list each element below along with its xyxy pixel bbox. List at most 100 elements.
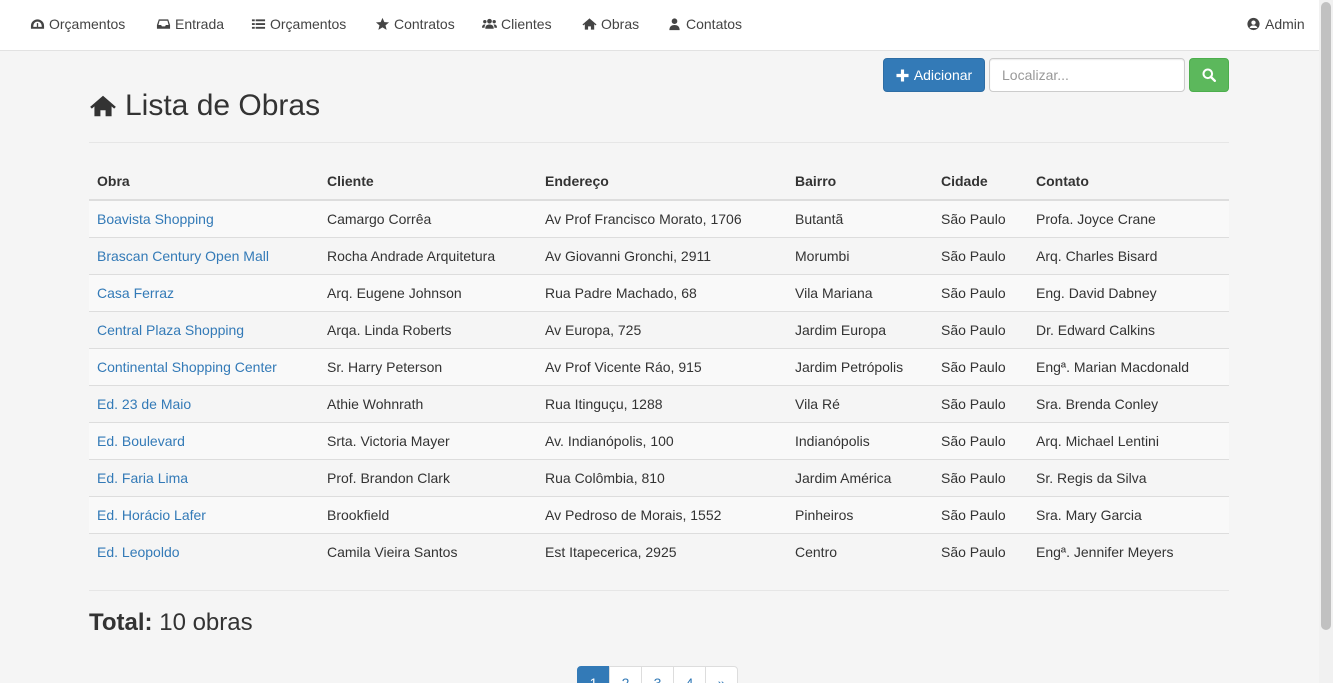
cell-endereco: Est Itapecerica, 2925 bbox=[537, 532, 787, 570]
obra-link[interactable]: Casa Ferraz bbox=[89, 273, 319, 311]
column-header-contato[interactable]: Contato bbox=[1028, 162, 1229, 201]
plus-icon bbox=[896, 68, 909, 82]
dashboard-icon bbox=[30, 19, 45, 29]
cell-cliente: Prof. Brandon Clark bbox=[319, 458, 537, 496]
top-navbar: Orçamentos Entrada Orçamentos Contratos … bbox=[0, 0, 1319, 51]
vertical-scrollbar[interactable] bbox=[1319, 0, 1333, 683]
cell-cidade: São Paulo bbox=[933, 199, 1028, 237]
obra-link[interactable]: Ed. Leopoldo bbox=[89, 532, 319, 570]
table-row: Boavista Shopping Camargo Corrêa Av Prof… bbox=[89, 199, 1229, 237]
cell-bairro: Vila Ré bbox=[787, 384, 933, 422]
cell-contato: Engª. Marian Macdonald bbox=[1028, 347, 1229, 385]
nav-item-label: Obras bbox=[601, 16, 640, 32]
home-icon bbox=[90, 95, 116, 117]
cell-cliente: Athie Wohnrath bbox=[319, 384, 537, 422]
obra-link[interactable]: Central Plaza Shopping bbox=[89, 310, 319, 348]
cell-cliente: Camila Vieira Santos bbox=[319, 532, 537, 570]
divider-bottom bbox=[89, 590, 1229, 591]
cell-cliente: Camargo Corrêa bbox=[319, 199, 537, 237]
table-row: Ed. 23 de Maio Athie Wohnrath Rua Itingu… bbox=[89, 384, 1229, 422]
cell-cidade: São Paulo bbox=[933, 347, 1028, 385]
cell-bairro: Centro bbox=[787, 532, 933, 570]
nav-item-orcamentos-list[interactable]: Orçamentos bbox=[251, 16, 346, 32]
cell-cidade: São Paulo bbox=[933, 421, 1028, 459]
cell-bairro: Morumbi bbox=[787, 236, 933, 274]
column-header-cidade[interactable]: Cidade bbox=[933, 162, 1028, 201]
table-row: Ed. Faria Lima Prof. Brandon Clark Rua C… bbox=[89, 458, 1229, 496]
cell-endereco: Av Europa, 725 bbox=[537, 310, 787, 348]
list-icon bbox=[251, 19, 266, 29]
cell-cidade: São Paulo bbox=[933, 384, 1028, 422]
page-title-text: Lista de Obras bbox=[125, 89, 321, 122]
obra-link[interactable]: Ed. Horácio Lafer bbox=[89, 495, 319, 533]
cell-cidade: São Paulo bbox=[933, 273, 1028, 311]
table-row: Ed. Leopoldo Camila Vieira Santos Est It… bbox=[89, 532, 1229, 570]
cell-cliente: Brookfield bbox=[319, 495, 537, 533]
cell-contato: Sra. Mary Garcia bbox=[1028, 495, 1229, 533]
page-link-4[interactable]: 4 bbox=[673, 666, 706, 683]
cell-contato: Eng. David Dabney bbox=[1028, 273, 1229, 311]
total-value: 10 obras bbox=[159, 609, 253, 636]
cell-cidade: São Paulo bbox=[933, 495, 1028, 533]
nav-item-orcamentos-dashboard[interactable]: Orçamentos bbox=[30, 16, 125, 32]
star-icon bbox=[375, 17, 390, 30]
column-header-bairro[interactable]: Bairro bbox=[787, 162, 933, 201]
nav-item-contratos[interactable]: Contratos bbox=[375, 16, 455, 32]
add-button[interactable]: Adicionar bbox=[883, 58, 985, 92]
cell-bairro: Pinheiros bbox=[787, 495, 933, 533]
cell-cliente: Arqa. Linda Roberts bbox=[319, 310, 537, 348]
obra-link[interactable]: Ed. 23 de Maio bbox=[89, 384, 319, 422]
column-header-cliente[interactable]: Cliente bbox=[319, 162, 537, 201]
page-link-next[interactable]: » bbox=[705, 666, 738, 683]
nav-item-label: Orçamentos bbox=[270, 16, 347, 32]
nav-item-obras[interactable]: Obras bbox=[582, 16, 639, 32]
table-row: Continental Shopping Center Sr. Harry Pe… bbox=[89, 347, 1229, 385]
users-icon bbox=[482, 18, 497, 29]
cell-contato: Engª. Jennifer Meyers bbox=[1028, 532, 1229, 570]
page-link-3[interactable]: 3 bbox=[641, 666, 674, 683]
obra-link[interactable]: Ed. Faria Lima bbox=[89, 458, 319, 496]
obra-link[interactable]: Boavista Shopping bbox=[89, 199, 319, 237]
obra-link[interactable]: Continental Shopping Center bbox=[89, 347, 319, 385]
user-circle-icon bbox=[1247, 17, 1260, 31]
nav-item-label: Entrada bbox=[175, 16, 225, 32]
cell-cidade: São Paulo bbox=[933, 310, 1028, 348]
cell-contato: Arq. Charles Bisard bbox=[1028, 236, 1229, 274]
cell-endereco: Rua Itinguçu, 1288 bbox=[537, 384, 787, 422]
cell-endereco: Av Giovanni Gronchi, 2911 bbox=[537, 236, 787, 274]
column-header-obra[interactable]: Obra bbox=[89, 162, 319, 201]
nav-item-clientes[interactable]: Clientes bbox=[482, 16, 552, 32]
cell-bairro: Butantã bbox=[787, 199, 933, 237]
cell-endereco: Rua Colômbia, 810 bbox=[537, 458, 787, 496]
nav-item-label: Contatos bbox=[686, 16, 743, 32]
obra-link[interactable]: Brascan Century Open Mall bbox=[89, 236, 319, 274]
cell-cidade: São Paulo bbox=[933, 532, 1028, 570]
cell-bairro: Vila Mariana bbox=[787, 273, 933, 311]
cell-contato: Sra. Brenda Conley bbox=[1028, 384, 1229, 422]
page-link-1[interactable]: 1 bbox=[577, 666, 610, 683]
nav-item-entrada[interactable]: Entrada bbox=[156, 16, 224, 32]
cell-cliente: Arq. Eugene Johnson bbox=[319, 273, 537, 311]
page-link-2[interactable]: 2 bbox=[609, 666, 642, 683]
cell-cidade: São Paulo bbox=[933, 236, 1028, 274]
obra-link[interactable]: Ed. Boulevard bbox=[89, 421, 319, 459]
cell-endereco: Av Pedroso de Morais, 1552 bbox=[537, 495, 787, 533]
cell-bairro: Jardim Europa bbox=[787, 310, 933, 348]
table-row: Brascan Century Open Mall Rocha Andrade … bbox=[89, 236, 1229, 274]
column-header-endereco[interactable]: Endereço bbox=[537, 162, 787, 201]
cell-contato: Profa. Joyce Crane bbox=[1028, 199, 1229, 237]
search-input[interactable] bbox=[989, 58, 1185, 92]
table-row: Ed. Boulevard Srta. Victoria Mayer Av. I… bbox=[89, 421, 1229, 459]
scrollbar-thumb[interactable] bbox=[1321, 2, 1331, 630]
cell-cliente: Sr. Harry Peterson bbox=[319, 347, 537, 385]
nav-user-label: Admin bbox=[1265, 16, 1305, 32]
cell-bairro: Jardim Petrópolis bbox=[787, 347, 933, 385]
nav-item-label: Orçamentos bbox=[49, 16, 126, 32]
cell-cliente: Srta. Victoria Mayer bbox=[319, 421, 537, 459]
search-button[interactable] bbox=[1189, 58, 1229, 92]
cell-bairro: Jardim América bbox=[787, 458, 933, 496]
nav-item-contatos[interactable]: Contatos bbox=[667, 16, 742, 32]
cell-bairro: Indianópolis bbox=[787, 421, 933, 459]
cell-endereco: Av Prof Vicente Ráo, 915 bbox=[537, 347, 787, 385]
nav-user-admin[interactable]: Admin bbox=[1246, 16, 1305, 32]
